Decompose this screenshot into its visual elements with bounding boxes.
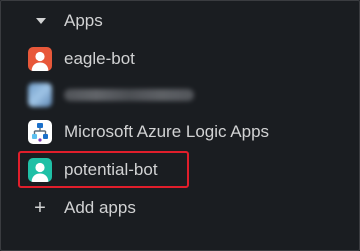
caret-down-icon xyxy=(36,18,46,24)
blurred-avatar-icon xyxy=(28,83,52,107)
blurred-app-label xyxy=(64,89,194,101)
highlight-box xyxy=(18,151,189,188)
plus-icon: + xyxy=(34,197,46,219)
apps-section-header[interactable]: Apps xyxy=(36,6,103,36)
apps-section-title: Apps xyxy=(64,11,103,30)
app-item-azure-logic-apps[interactable]: Microsoft Azure Logic Apps xyxy=(28,117,269,147)
app-item-label: Microsoft Azure Logic Apps xyxy=(64,122,270,141)
app-item-blurred[interactable] xyxy=(28,80,194,110)
app-item-eagle-bot[interactable]: eagle-bot xyxy=(28,44,135,74)
app-item-label: eagle-bot xyxy=(64,49,135,68)
add-apps-label: Add apps xyxy=(64,198,136,217)
add-apps-button[interactable]: + Add apps xyxy=(28,193,136,223)
bot-avatar-icon xyxy=(28,47,52,71)
azure-logic-apps-icon xyxy=(28,120,52,144)
